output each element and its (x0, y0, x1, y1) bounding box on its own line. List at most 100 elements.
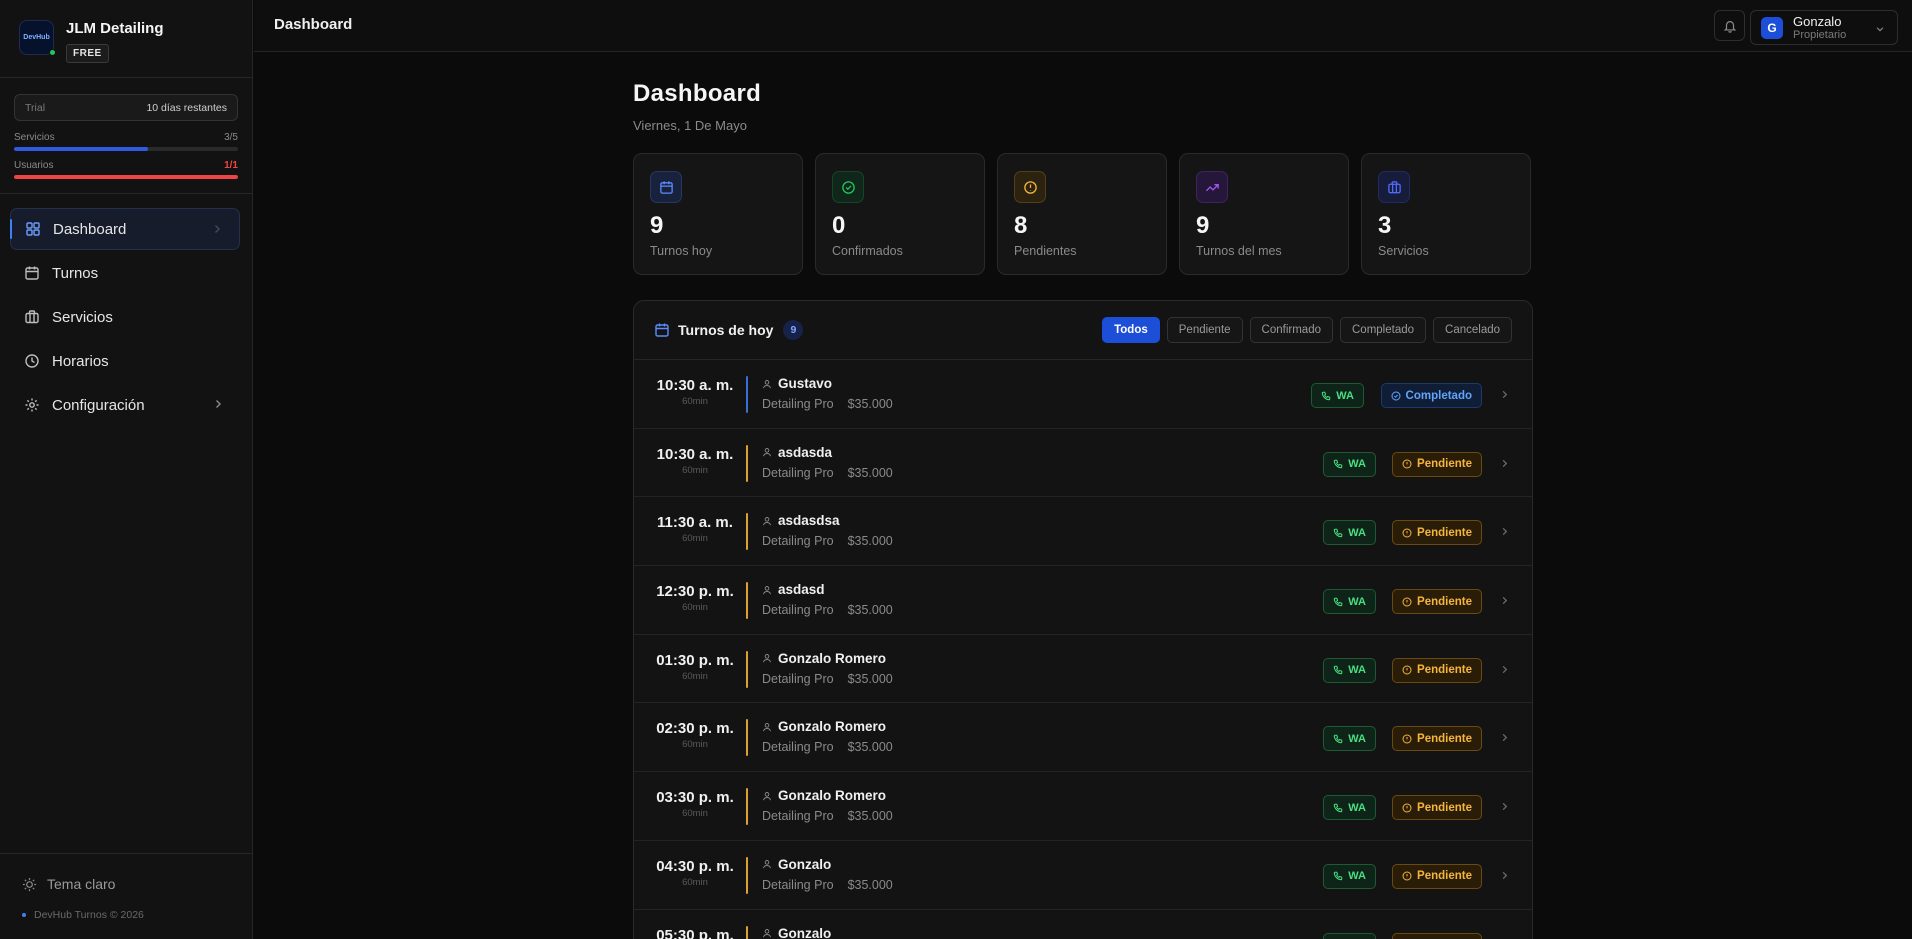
avatar: G (1761, 16, 1783, 39)
filter-cancelado[interactable]: Cancelado (1433, 317, 1512, 343)
client-name: Gonzalo Romero (778, 650, 887, 666)
time-value: 02:30 p. m. (656, 720, 734, 738)
notifications-button[interactable] (1714, 10, 1745, 41)
stat-value: 9 (1196, 212, 1210, 239)
service-price: $35.000 (847, 397, 893, 411)
appointment-row[interactable]: 04:30 p. m. 60min Gonzalo Detailing Pro $35.… (634, 841, 1532, 910)
whatsapp-button[interactable]: WA (1323, 520, 1376, 546)
nav-item-servicios[interactable]: Servicios (10, 296, 240, 338)
time-value: 10:30 a. m. (656, 377, 734, 394)
whatsapp-button[interactable]: WA (1323, 589, 1376, 615)
appointment-row[interactable]: 10:30 a. m. 60min asdasda Detailing Pro $35.… (634, 429, 1532, 498)
status-badge[interactable]: Completado (1380, 383, 1482, 408)
whatsapp-button[interactable]: WA (1323, 795, 1376, 821)
client-name: Gonzalo Romero (778, 719, 887, 735)
user-icon (763, 654, 771, 663)
phone-icon (1334, 734, 1343, 744)
theme-toggle[interactable]: Tema claro (22, 876, 252, 892)
services-quota-bar (14, 147, 238, 151)
status-indicator-line (746, 444, 748, 482)
alert-circle-icon (1402, 803, 1412, 813)
time-value: 01:30 p. m. (656, 651, 734, 669)
whatsapp-button[interactable]: WA (1323, 726, 1376, 752)
whatsapp-label: WA (1348, 870, 1366, 883)
chevron-right-icon (216, 400, 221, 408)
service-name: Detailing Pro (762, 603, 834, 618)
phone-icon (1334, 459, 1343, 469)
appointment-row[interactable]: 10:30 a. m. 60min Gustavo Detailing Pro $35.… (634, 360, 1532, 429)
appointment-client: asdasd Detailing Pro $35.000 (762, 582, 893, 617)
user-role: Propietario (1793, 28, 1847, 41)
stat-icon-box (650, 171, 682, 203)
alert-circle-icon (1402, 734, 1412, 744)
brand-header: DevHub JLM Detailing FREE (0, 0, 252, 78)
stat-label: Turnos hoy (650, 244, 713, 258)
status-badge[interactable]: Pendiente (1392, 451, 1482, 477)
sidebar: DevHub JLM Detailing FREE Trial 10 días … (0, 0, 253, 939)
main-nav: Dashboard Turnos Servicios Horarios Conf… (10, 208, 240, 428)
main-content: Dashboard Viernes, 1 De Mayo 9 Turnos hoy… (633, 52, 1533, 939)
sun-icon (22, 877, 37, 891)
status-badge[interactable]: Pendiente (1392, 932, 1482, 939)
status-badge[interactable]: Pendiente (1392, 795, 1482, 821)
filter-completado[interactable]: Completado (1340, 317, 1427, 343)
appointment-row[interactable]: 03:30 p. m. 60min Gonzalo Romero Detailing … (634, 772, 1532, 841)
whatsapp-label: WA (1348, 526, 1366, 539)
whatsapp-button[interactable]: WA (1323, 863, 1376, 889)
appointment-row[interactable]: 12:30 p. m. 60min asdasd Detailing Pro $35.0… (634, 566, 1532, 635)
appointment-time: 10:30 a. m. 60min (654, 446, 736, 476)
whatsapp-label: WA (1348, 458, 1366, 471)
stat-value: 3 (1378, 212, 1392, 239)
status-indicator-line (746, 376, 748, 413)
alert-circle-icon (1402, 459, 1412, 469)
status-badge[interactable]: Pendiente (1392, 863, 1482, 889)
appointment-row[interactable]: 11:30 a. m. 60min asdasdsa Detailing Pro $35… (634, 497, 1532, 567)
status-indicator-line (746, 513, 748, 551)
stat-icon-box (1378, 171, 1410, 203)
status-badge[interactable]: Pendiente (1392, 726, 1482, 752)
appointment-client: Gustavo Detailing Pro $35.000 (762, 376, 893, 411)
time-value: 12:30 p. m. (656, 583, 734, 601)
appointment-time: 05:30 p. m.60min (654, 927, 736, 939)
appointments-count-badge: 9 (783, 320, 804, 340)
logo-text: DevHub (23, 34, 50, 41)
appointment-time: 04:30 p. m. 60min (654, 858, 736, 888)
nav-label: Horarios (52, 352, 109, 370)
appointment-row[interactable]: 05:30 p. m.60min GonzaloDetailing Pro$35.… (634, 910, 1532, 939)
duration: 60min (682, 876, 708, 888)
stat-icon-box (1014, 171, 1046, 203)
nav-item-turnos[interactable]: Turnos (10, 252, 240, 294)
appointment-row[interactable]: 01:30 p. m. 60min Gonzalo Romero Detailing … (634, 635, 1532, 704)
user-icon (763, 379, 771, 388)
users-quota: Usuarios 1/1 (14, 160, 238, 179)
calendar-icon (655, 323, 669, 337)
status-filters: Todos Pendiente Confirmado Completado Cancel… (1102, 317, 1512, 343)
user-icon (763, 929, 771, 938)
stat-card: 0 Confirmados (815, 153, 985, 275)
filter-confirmado[interactable]: Confirmado (1249, 317, 1333, 343)
whatsapp-button[interactable]: WA (1323, 932, 1376, 939)
service-name: Detailing Pro (762, 465, 834, 480)
status-label: Pendiente (1417, 664, 1472, 677)
stat-card: 9 Turnos del mes (1179, 153, 1349, 275)
nav-item-configuracion[interactable]: Configuración (10, 384, 240, 426)
nav-item-dashboard[interactable]: Dashboard (10, 208, 240, 250)
whatsapp-button[interactable]: WA (1311, 383, 1364, 408)
service-name: Detailing Pro (762, 809, 834, 824)
phone-icon (1334, 803, 1343, 812)
appointment-row[interactable]: 02:30 p. m. 60min Gonzalo Romero Detailing … (634, 703, 1532, 773)
nav-label: Servicios (52, 308, 113, 326)
page-title: Dashboard (633, 80, 762, 107)
filter-pendiente[interactable]: Pendiente (1166, 317, 1243, 343)
status-badge[interactable]: Pendiente (1392, 520, 1482, 546)
filter-todos[interactable]: Todos (1102, 317, 1160, 343)
chevron-right-icon (1502, 734, 1508, 742)
user-menu[interactable]: G Gonzalo Propietario (1750, 10, 1898, 45)
calendar-icon (659, 180, 673, 194)
whatsapp-button[interactable]: WA (1323, 657, 1376, 683)
nav-item-horarios[interactable]: Horarios (10, 340, 240, 382)
status-badge[interactable]: Pendiente (1392, 589, 1482, 615)
status-badge[interactable]: Pendiente (1392, 657, 1482, 683)
whatsapp-button[interactable]: WA (1323, 451, 1376, 477)
check-circle-icon (841, 180, 855, 194)
